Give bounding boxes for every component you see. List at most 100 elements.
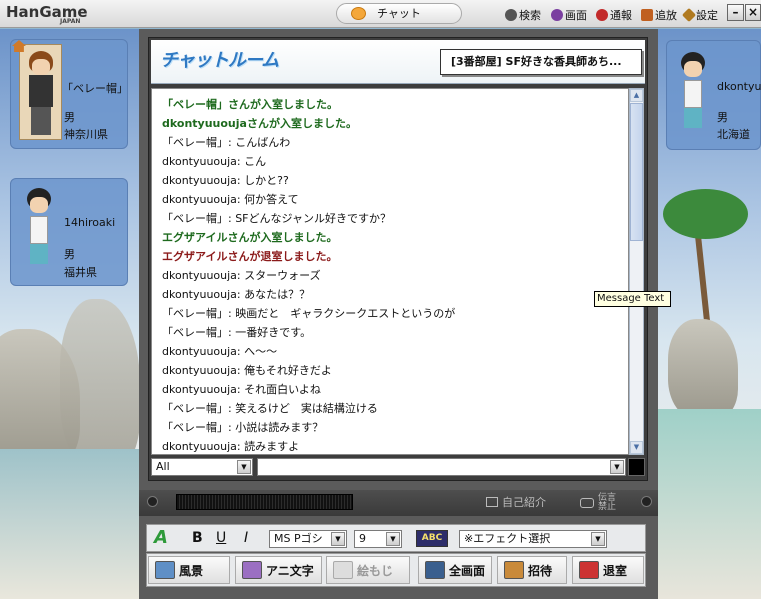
screen-icon <box>551 9 563 21</box>
chat-message: dkontyuuoujaさんが入室しました。 <box>162 117 357 130</box>
scroll-down-icon[interactable]: ▼ <box>630 441 643 454</box>
user-name: 14hiroaki <box>64 216 116 229</box>
fullscreen-button[interactable]: 全画面 <box>418 556 492 584</box>
menu-search-label: 検索 <box>519 9 541 22</box>
italic-button[interactable]: I <box>244 530 248 546</box>
message-input[interactable]: ▼ <box>257 458 626 476</box>
chat-message: dkontyuuouja: しかと?? <box>162 174 289 187</box>
room-name: [3番部屋] SF好きな香具師あち... <box>440 49 642 75</box>
face-shape <box>32 59 50 75</box>
chevron-down-icon[interactable]: ▼ <box>591 532 605 546</box>
scenery-button[interactable]: 風景 <box>148 556 230 584</box>
chat-message: エグザアイルさんが入室しました。 <box>162 231 338 244</box>
anime-text-icon <box>242 561 262 579</box>
self-intro-button[interactable]: 自己紹介 <box>486 494 546 510</box>
chevron-down-icon[interactable]: ▼ <box>331 532 345 546</box>
chat-message: 「ベレー帽」: 笑えるけど 実は結構泣ける <box>162 402 378 415</box>
menu-screen[interactable]: 画面 <box>551 7 587 23</box>
invite-button[interactable]: 招待 <box>497 556 567 584</box>
chat-message: 「ベレー帽」: SFどんなジャンル好きですか？ <box>162 212 391 225</box>
chevron-down-icon[interactable]: ▼ <box>237 460 251 474</box>
close-button[interactable]: × <box>745 4 761 21</box>
smiley-icon <box>351 7 366 20</box>
avatar <box>22 188 56 278</box>
effect-select[interactable]: ※エフェクト選択 ▼ <box>459 530 607 548</box>
chat-message: dkontyuuouja: あなたは？？ <box>162 288 311 301</box>
face-shape <box>30 197 48 213</box>
bolt-icon <box>641 496 652 507</box>
menu-screen-label: 画面 <box>565 9 587 22</box>
anime-text-label: アニ文字 <box>266 563 314 578</box>
message-list[interactable]: 「ベレー帽」さんが入室しました。 dkontyuuoujaさんが入室しました。 「ベ… <box>151 88 629 455</box>
underline-button[interactable]: U <box>216 530 226 546</box>
leave-button[interactable]: 退室 <box>572 556 644 584</box>
emoji-label: 絵もじ <box>357 563 394 578</box>
kick-icon <box>641 9 653 21</box>
user-region: 神奈川県 <box>64 128 108 141</box>
mute-button[interactable]: 伝言禁止 <box>580 494 618 512</box>
input-row: All ▼ ▼ <box>151 458 645 478</box>
chat-message: dkontyuuouja: こん <box>162 155 267 168</box>
effect-select-value: ※エフェクト選択 <box>464 532 551 545</box>
chat-message: 「ベレー帽」: 映画だと ギャラクシークエストというのが <box>162 307 456 320</box>
leave-label: 退室 <box>603 563 628 578</box>
self-intro-label: 自己紹介 <box>502 496 546 509</box>
avatar <box>19 44 62 140</box>
menu-search[interactable]: 検索 <box>505 7 541 23</box>
text-style-icon[interactable]: A <box>154 527 176 549</box>
menu-kick-label: 追放 <box>655 9 677 22</box>
profile-icon <box>486 497 498 507</box>
legs-shape <box>684 108 702 128</box>
bolt-icon <box>147 496 158 507</box>
message-scrollbar[interactable]: ▲ ▼ <box>629 88 644 455</box>
chat-message: 「ベレー帽」: こんばんわ <box>162 136 291 149</box>
scroll-up-icon[interactable]: ▲ <box>630 89 643 102</box>
minimize-button[interactable]: – <box>727 4 744 21</box>
font-select[interactable]: MS Pゴシ ▼ <box>269 530 347 548</box>
fullscreen-icon <box>425 561 445 579</box>
menu-settings-label: 設定 <box>696 9 718 22</box>
tooltip: Message Text <box>594 291 671 307</box>
hangame-logo-sub: JAPAN <box>60 18 81 25</box>
legs-shape <box>31 107 51 135</box>
chat-message: dkontyuuouja: それ面白いよね <box>162 383 321 396</box>
tab-chat[interactable]: チャット <box>336 3 462 24</box>
user-name: dkontyuuouja <box>717 80 761 93</box>
search-icon <box>505 9 517 21</box>
scenery-label: 風景 <box>179 563 204 578</box>
tab-chat-label: チャット <box>377 7 421 20</box>
beach-decoration <box>658 409 761 599</box>
invite-label: 招待 <box>528 563 553 578</box>
user-name: 「ベレー帽」 <box>62 82 128 95</box>
text-color-picker[interactable] <box>628 458 645 476</box>
body-shape <box>684 80 702 108</box>
size-select-value: 9 <box>359 532 366 545</box>
report-icon <box>596 9 608 21</box>
face-shape <box>684 61 702 77</box>
menu-report[interactable]: 通報 <box>596 7 632 23</box>
scroll-thumb[interactable] <box>630 103 643 241</box>
chevron-down-icon[interactable]: ▼ <box>610 460 624 474</box>
settings-icon <box>681 7 697 23</box>
chat-message: dkontyuuouja: へ〜〜 <box>162 345 278 358</box>
font-select-value: MS Pゴシ <box>274 532 323 545</box>
legs-shape <box>30 244 48 264</box>
user-gender: 男 <box>717 111 728 124</box>
user-region: 福井県 <box>64 266 97 279</box>
chat-message: dkontyuuouja: 読みますよ <box>162 440 300 453</box>
target-select[interactable]: All ▼ <box>151 458 253 476</box>
size-select[interactable]: 9 ▼ <box>354 530 402 548</box>
chevron-down-icon[interactable]: ▼ <box>386 532 400 546</box>
chat-message: 「ベレー帽」: 一番好きです。 <box>162 326 312 339</box>
menu-kick[interactable]: 追放 <box>641 7 677 23</box>
emoji-button[interactable]: 絵もじ <box>326 556 410 584</box>
invite-icon <box>504 561 524 579</box>
menu-settings[interactable]: 設定 <box>681 7 718 23</box>
palm-leaves <box>663 189 748 239</box>
mute-label: 伝言禁止 <box>598 493 617 512</box>
rock-decoration <box>60 299 139 469</box>
anime-text-button[interactable]: アニ文字 <box>235 556 322 584</box>
bold-button[interactable]: B <box>192 530 203 546</box>
user-gender: 男 <box>64 111 75 124</box>
abc-button[interactable]: ABC <box>416 530 448 547</box>
